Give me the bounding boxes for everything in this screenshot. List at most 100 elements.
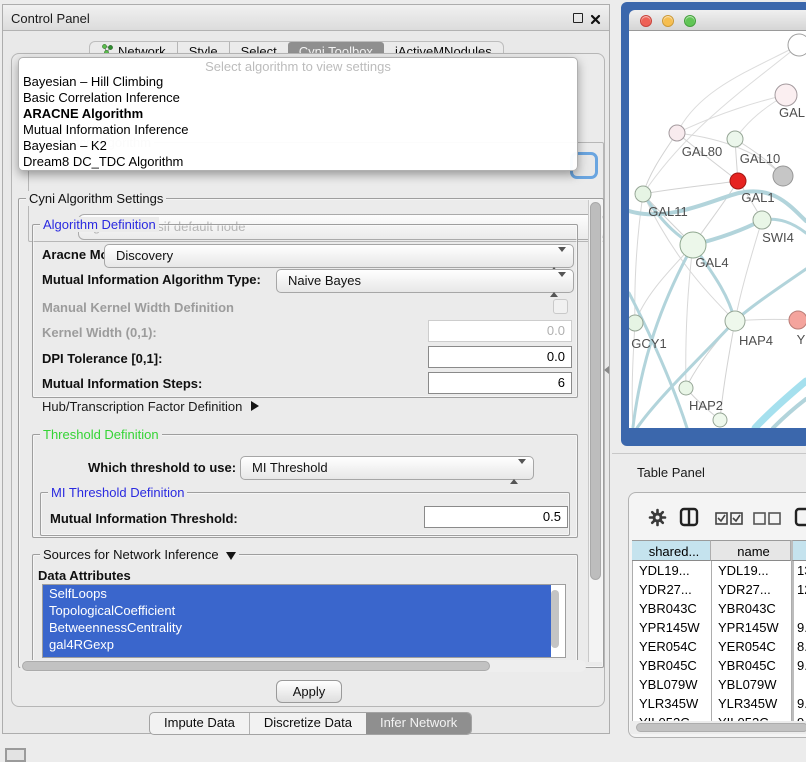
- table-checked-boxes-icon[interactable]: [715, 512, 743, 530]
- table-row[interactable]: YBR043CYBR043C: [633, 599, 806, 618]
- table-function-icon[interactable]: [794, 507, 806, 532]
- network-node[interactable]: [773, 166, 793, 186]
- dropdown-item-basic-correlation-inference[interactable]: Basic Correlation Inference: [19, 90, 577, 106]
- network-node[interactable]: [669, 125, 685, 141]
- attribute-item-partial[interactable]: [43, 653, 551, 658]
- network-node[interactable]: [727, 131, 743, 147]
- dropdown-item-mutual-information-inference[interactable]: Mutual Information Inference: [19, 122, 577, 138]
- node-attribute-table[interactable]: shared...nameAYDL19...YDL19...13YDR27...…: [632, 540, 806, 721]
- which-threshold-combo[interactable]: MI Threshold: [240, 456, 534, 480]
- mac-minimize-icon[interactable]: [662, 15, 674, 27]
- mi-type-combo[interactable]: Naive Bayes: [276, 269, 574, 293]
- node-label-y: Y: [797, 332, 806, 347]
- attribute-item-gal4rgexp[interactable]: gal4RGexp: [43, 636, 551, 653]
- network-edge[interactable]: [686, 321, 735, 388]
- network-edge[interactable]: [635, 245, 693, 323]
- table-cell: 9.: [792, 694, 806, 713]
- attribute-item-topologicalcoefficient[interactable]: TopologicalCoefficient: [43, 602, 551, 619]
- float-window-icon[interactable]: [573, 13, 583, 23]
- table-row[interactable]: YDL19...YDL19...13: [633, 561, 806, 580]
- bottom-tab-discretize-data[interactable]: Discretize Data: [249, 712, 366, 735]
- mi-steps-field[interactable]: 6: [428, 372, 572, 394]
- manual-kernel-checkbox[interactable]: [553, 299, 568, 314]
- settings-hscrollbar-thumb[interactable]: [22, 661, 490, 671]
- panel-splitter-collapse-icon[interactable]: [604, 366, 609, 374]
- mac-close-icon[interactable]: [640, 15, 652, 27]
- table-cell: YBL079W: [633, 675, 712, 694]
- table-cell: 12: [792, 580, 806, 599]
- node-label-gal: GAL: [779, 105, 805, 120]
- algorithm-definition-title: Algorithm Definition: [40, 217, 159, 232]
- network-window-titlebar[interactable]: [629, 10, 806, 31]
- bottom-tab-infer-network[interactable]: Infer Network: [366, 712, 471, 735]
- table-row[interactable]: YDR27...YDR27...12: [633, 580, 806, 599]
- apply-button[interactable]: Apply: [276, 680, 342, 703]
- network-edge[interactable]: [643, 181, 738, 194]
- network-node[interactable]: [789, 311, 806, 329]
- network-node[interactable]: [775, 84, 797, 106]
- dropdown-item-bayesian-k2[interactable]: Bayesian – K2: [19, 138, 577, 154]
- table-cell: YBR043C: [712, 599, 792, 618]
- sources-group-title[interactable]: Sources for Network Inference: [40, 547, 239, 562]
- node-label-hap2: HAP2: [689, 398, 723, 413]
- network-node[interactable]: [679, 381, 693, 395]
- network-edge[interactable]: [677, 95, 786, 133]
- network-edge[interactable]: [629, 293, 687, 428]
- table-row[interactable]: YER054CYER054C8.: [633, 637, 806, 656]
- table-cell: 9: [792, 713, 806, 721]
- network-node[interactable]: [725, 311, 745, 331]
- table-settings-gear-icon[interactable]: [648, 508, 667, 532]
- mac-zoom-icon[interactable]: [684, 15, 696, 27]
- close-window-icon[interactable]: [590, 12, 601, 30]
- mi-threshold-field[interactable]: 0.5: [424, 506, 568, 528]
- mi-threshold-group-title: MI Threshold Definition: [48, 485, 187, 500]
- dropdown-item-bayesian-hill-climbing[interactable]: Bayesian – Hill Climbing: [19, 74, 577, 90]
- table-row[interactable]: YIL052CYIL052C9: [633, 713, 806, 721]
- column-header-a[interactable]: A: [791, 540, 806, 561]
- network-node[interactable]: [788, 34, 806, 56]
- aracne-mode-combo[interactable]: Discovery: [104, 244, 574, 268]
- column-header-name[interactable]: name: [711, 540, 791, 561]
- network-node[interactable]: [730, 173, 746, 189]
- table-row[interactable]: YBL079WYBL079W: [633, 675, 806, 694]
- node-label-gal1: GAL1: [741, 190, 774, 205]
- settings-vscrollbar-thumb[interactable]: [590, 202, 601, 580]
- table-cell: YDL19...: [633, 561, 712, 580]
- table-body: YDL19...YDL19...13YDR27...YDR27...12YBR0…: [632, 561, 806, 721]
- collapse-down-icon: [226, 552, 236, 560]
- table-cell: YDR27...: [712, 580, 792, 599]
- network-node[interactable]: [753, 211, 771, 229]
- network-node[interactable]: [629, 315, 643, 331]
- attribute-item-betweennesscentrality[interactable]: BetweennessCentrality: [43, 619, 551, 636]
- network-canvas[interactable]: GALGAL80GAL10GAL1GAL11SWI4GAL4GCY1HAP4YH…: [629, 31, 806, 428]
- dropdown-placeholder: Select algorithm to view settings: [19, 59, 577, 74]
- control-panel-title: Control Panel: [11, 11, 90, 26]
- minimized-panel-icon[interactable]: [5, 748, 26, 762]
- kernel-width-field[interactable]: 0.0: [428, 320, 572, 342]
- table-cell: [792, 599, 806, 618]
- table-cell: YBR045C: [633, 656, 712, 675]
- network-edge[interactable]: [735, 220, 762, 321]
- network-node[interactable]: [635, 186, 651, 202]
- table-split-columns-icon[interactable]: [679, 507, 699, 532]
- data-attributes-list[interactable]: SelfLoopsTopologicalCoefficientBetweenne…: [42, 584, 566, 658]
- bottom-tab-impute-data[interactable]: Impute Data: [150, 712, 249, 735]
- attribute-item-selfloops[interactable]: SelfLoops: [43, 585, 551, 602]
- expand-right-icon: [251, 401, 259, 411]
- network-node[interactable]: [713, 413, 727, 427]
- dropdown-item-dream8-dc-tdc-algorithm[interactable]: Dream8 DC_TDC Algorithm: [19, 154, 577, 170]
- network-edge[interactable]: [643, 133, 677, 194]
- table-row[interactable]: YBR045CYBR045C9.: [633, 656, 806, 675]
- dpi-tolerance-field[interactable]: 0.0: [428, 346, 572, 368]
- column-header-shared[interactable]: shared...: [632, 540, 711, 561]
- table-panel-separator: [612, 453, 806, 454]
- table-hscrollbar-thumb[interactable]: [636, 723, 806, 732]
- node-label-gal11: GAL11: [648, 204, 688, 219]
- table-cell: YIL052C: [633, 713, 712, 721]
- dropdown-item-aracne-algorithm[interactable]: ARACNE Algorithm: [19, 106, 577, 122]
- list-scrollbar-thumb[interactable]: [551, 590, 559, 648]
- table-row[interactable]: YPR145WYPR145W9.: [633, 618, 806, 637]
- table-unchecked-boxes-icon[interactable]: [753, 512, 781, 530]
- table-row[interactable]: YLR345WYLR345W9.: [633, 694, 806, 713]
- hub-section-toggle[interactable]: Hub/Transcription Factor Definition: [42, 399, 259, 414]
